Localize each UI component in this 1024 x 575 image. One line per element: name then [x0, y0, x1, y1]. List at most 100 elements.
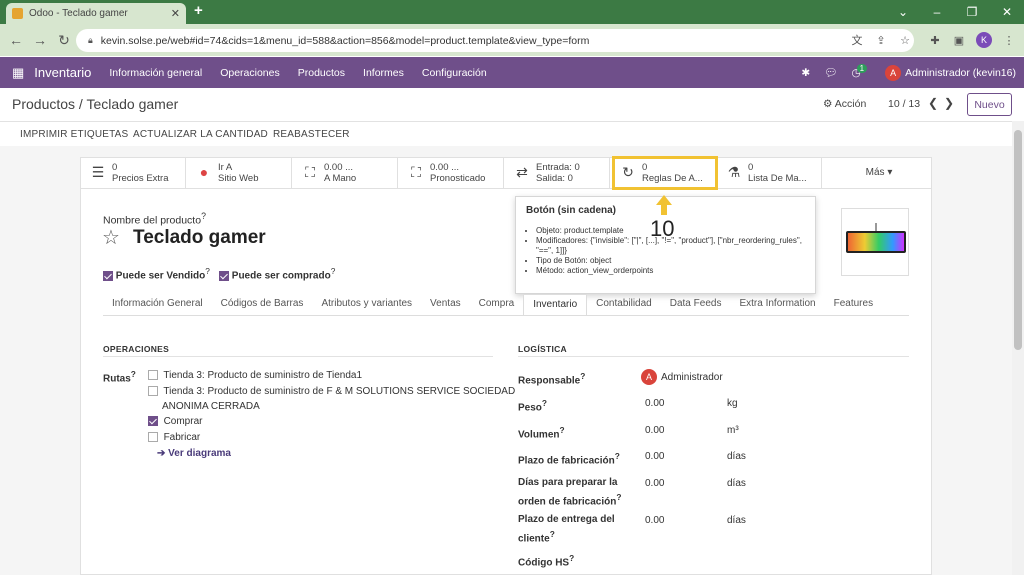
smart-button-lista-materiales[interactable]: ⚗ 0 Lista De Ma...	[716, 157, 822, 188]
pager-value[interactable]: 10 / 13	[888, 98, 920, 110]
divider	[103, 356, 493, 357]
apps-grid-icon[interactable]: ▦	[12, 65, 24, 81]
menu-productos[interactable]: Productos	[298, 67, 345, 79]
product-image[interactable]	[841, 208, 909, 276]
responsible-label-text: Responsable	[518, 375, 581, 387]
scrollbar-thumb[interactable]	[1014, 130, 1022, 350]
tab-features[interactable]: Features	[825, 294, 882, 316]
more-label: Más	[865, 167, 885, 178]
field-label: Plazo de entrega del	[518, 514, 615, 525]
new-tab-icon[interactable]: +	[194, 2, 203, 19]
help-mark: ?	[549, 529, 555, 539]
menu-informes[interactable]: Informes	[363, 67, 404, 79]
update-quantity-button[interactable]: ACTUALIZAR LA CANTIDAD	[133, 129, 268, 140]
tab-atributos-variantes[interactable]: Atributos y variantes	[312, 294, 421, 316]
favorite-star-icon[interactable]: ☆	[102, 225, 120, 250]
breadcrumb[interactable]: Productos / Teclado gamer	[12, 96, 178, 112]
smart-value: Ir A	[218, 161, 233, 173]
responsible-field[interactable]: A Administrador	[641, 369, 723, 385]
extensions-icon[interactable]: ✚	[926, 31, 944, 49]
tab-data-feeds[interactable]: Data Feeds	[661, 294, 731, 316]
reload-icon[interactable]: ↻	[52, 32, 76, 49]
new-button[interactable]: Nuevo	[967, 93, 1012, 116]
tabs-divider	[103, 315, 909, 316]
customer-lead-field[interactable]: 0.00	[645, 515, 664, 526]
user-menu[interactable]: A Administrador (kevin16)	[885, 64, 1016, 81]
arrow-right-icon: ➔	[157, 448, 169, 459]
route-option[interactable]: Tienda 3: Producto de suministro de F & …	[148, 386, 515, 397]
help-mark: ?	[580, 371, 586, 381]
flask-icon: ⚗	[727, 164, 741, 180]
smart-button-sitio-web[interactable]: ● Ir A Sitio Web	[186, 157, 292, 188]
can-be-purchased-checkbox[interactable]	[219, 270, 229, 281]
view-diagram-link[interactable]: ➔ Ver diagrama	[157, 448, 231, 459]
close-tab-icon[interactable]: ✕	[171, 7, 180, 20]
days-to-prepare-field[interactable]: 0.00	[645, 478, 664, 489]
share-icon[interactable]: ⇪	[872, 31, 890, 49]
tab-informacion-general[interactable]: Información General	[103, 294, 212, 316]
help-mark: ?	[205, 266, 210, 276]
action-menu-button[interactable]: ⚙ Acción	[823, 98, 866, 110]
smart-button-a-mano[interactable]: ⛶ 0.00 ... A Mano	[292, 157, 398, 188]
tab-inventario[interactable]: Inventario	[523, 294, 588, 316]
activities-badge: 1	[856, 63, 868, 73]
product-name[interactable]: Teclado gamer	[133, 227, 266, 249]
route-checkbox[interactable]	[148, 370, 158, 381]
manufacturing-lead-label: Plazo de fabricación?	[518, 449, 620, 468]
can-be-purchased-field[interactable]: Puede ser comprado?	[219, 266, 335, 281]
manufacturing-lead-field[interactable]: 0.00	[645, 451, 664, 462]
tab-codigos-barras[interactable]: Códigos de Barras	[212, 294, 313, 316]
translate-icon[interactable]: 文	[848, 31, 866, 49]
more-button[interactable]: Más ▾	[826, 157, 932, 188]
browser-menu-icon[interactable]: ⋮	[1000, 31, 1018, 49]
operations-section-title: OPERACIONES	[103, 344, 170, 354]
route-option[interactable]: Comprar	[148, 416, 202, 427]
replenish-button[interactable]: REABASTECER	[273, 129, 350, 140]
menu-operaciones[interactable]: Operaciones	[220, 67, 280, 79]
help-mark: ?	[559, 425, 565, 435]
weight-field[interactable]: 0.00	[645, 398, 664, 409]
route-checkbox[interactable]	[148, 432, 158, 443]
pager-previous-icon[interactable]: ❮	[928, 96, 938, 110]
smart-button-pronosticado[interactable]: ⛶ 0.00 ... Pronosticado	[398, 157, 504, 188]
tab-extra-information[interactable]: Extra Information	[730, 294, 824, 316]
smart-button-precios-extra[interactable]: ☰ 0 Precios Extra	[80, 157, 186, 188]
side-panel-icon[interactable]: ▣	[950, 31, 968, 49]
responsible-value: Administrador	[661, 372, 723, 383]
debug-bug-icon[interactable]: ✱	[801, 67, 810, 79]
route-option[interactable]: Tienda 3: Producto de suministro de Tien…	[148, 370, 362, 381]
app-name[interactable]: Inventario	[34, 65, 91, 80]
close-window-icon[interactable]: ✕	[990, 0, 1024, 24]
can-be-sold-checkbox[interactable]	[103, 270, 113, 281]
activities-icon[interactable]: ◷1	[851, 63, 871, 79]
browser-tab[interactable]: Odoo - Teclado gamer ✕	[6, 3, 186, 24]
help-mark: ?	[130, 369, 136, 379]
volume-label: Volumen?	[518, 423, 565, 442]
menu-informacion-general[interactable]: Información general	[109, 67, 202, 79]
tab-contabilidad[interactable]: Contabilidad	[587, 294, 661, 316]
messages-icon[interactable]: 💬︎	[824, 66, 837, 79]
smart-label: A Mano	[324, 172, 357, 184]
menu-configuracion[interactable]: Configuración	[422, 67, 487, 79]
pager-next-icon[interactable]: ❯	[944, 96, 954, 110]
volume-field[interactable]: 0.00	[645, 425, 664, 436]
tab-ventas[interactable]: Ventas	[421, 294, 470, 316]
tab-search-icon[interactable]: ⌄	[886, 0, 920, 24]
print-labels-button[interactable]: IMPRIMIR ETIQUETAS	[20, 129, 128, 140]
list-icon: ☰	[91, 164, 105, 180]
forward-icon[interactable]: →	[28, 32, 52, 48]
route-option[interactable]: Fabricar	[148, 432, 200, 443]
bookmark-star-icon[interactable]: ☆	[896, 31, 914, 49]
highlight-box	[612, 156, 718, 190]
restore-icon[interactable]: ❐	[955, 0, 989, 24]
tab-compra[interactable]: Compra	[470, 294, 524, 316]
route-checkbox[interactable]	[148, 386, 158, 397]
minimize-icon[interactable]: –	[920, 0, 954, 24]
can-be-sold-field[interactable]: Puede ser Vendido?	[103, 266, 210, 281]
smart-label: Salida: 0	[536, 172, 573, 184]
url-field[interactable]: 🔒︎ kevin.solse.pe/web#id=74&cids=1&menu_…	[76, 29, 914, 52]
back-icon[interactable]: ←	[4, 32, 28, 48]
route-checkbox[interactable]	[148, 416, 158, 427]
smart-button-movimientos[interactable]: ⇄ Entrada: 0 Salida: 0	[504, 157, 610, 188]
profile-avatar[interactable]: K	[976, 32, 992, 48]
